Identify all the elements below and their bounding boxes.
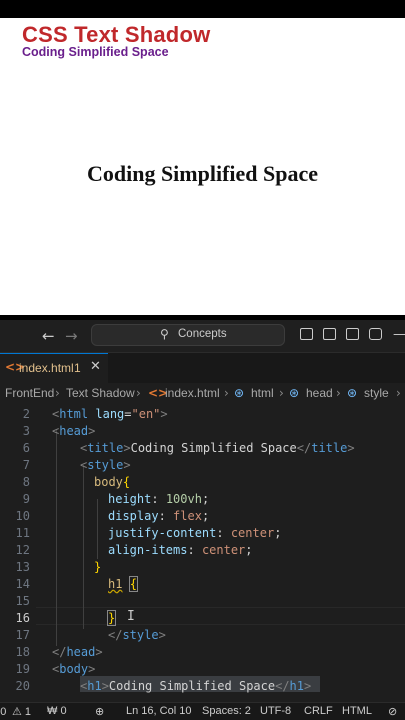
code-line: body{ bbox=[94, 475, 131, 489]
line-number: 11 bbox=[15, 526, 30, 540]
ports-indicator[interactable]: ₩ 0 bbox=[47, 705, 67, 717]
code-line: display: flex; bbox=[108, 509, 210, 523]
tab-bar: <> index.html 1 ✕ bbox=[0, 353, 405, 384]
code-line: <h1>Coding Simplified Space</h1> bbox=[80, 679, 312, 693]
breadcrumb-item[interactable]: style bbox=[364, 386, 389, 400]
code-line: <head> bbox=[52, 424, 96, 438]
toggle-panel-icon[interactable] bbox=[323, 328, 336, 340]
code-line: align-items: center; bbox=[108, 543, 253, 557]
indent-guide bbox=[56, 430, 57, 646]
code-line: <html lang="en"> bbox=[52, 407, 168, 421]
minimize-icon[interactable]: — bbox=[393, 327, 405, 342]
code-line: <body> bbox=[52, 662, 96, 676]
line-number: 10 bbox=[15, 509, 30, 523]
zoom-icon[interactable]: ⊕ bbox=[95, 705, 104, 718]
breadcrumb-item[interactable]: index.html bbox=[165, 386, 220, 400]
line-number: 6 bbox=[22, 441, 30, 455]
breadcrumb-item[interactable]: Text Shadow bbox=[66, 386, 135, 400]
chevron-right-icon: › bbox=[224, 386, 229, 400]
code-line: } bbox=[106, 610, 117, 626]
line-number: 7 bbox=[22, 458, 30, 472]
text-cursor-icon: I bbox=[127, 609, 135, 624]
notifications-icon[interactable]: ⊘ bbox=[388, 705, 397, 718]
toggle-sidebar-icon[interactable] bbox=[300, 328, 313, 340]
top-letterbox bbox=[0, 0, 405, 18]
language-mode[interactable]: HTML bbox=[342, 705, 372, 717]
code-editor[interactable]: 2 3 6 7 8 9 10 11 12 13 14 15 16 17 18 1… bbox=[0, 404, 405, 702]
indentation[interactable]: Spaces: 2 bbox=[202, 705, 251, 717]
element-icon: ⊛ bbox=[347, 386, 358, 400]
breadcrumb-item[interactable]: html bbox=[251, 386, 274, 400]
line-number: 9 bbox=[22, 492, 30, 506]
line-number: 3 bbox=[22, 424, 30, 438]
code-line: <title>Coding Simplified Space</title> bbox=[80, 441, 355, 455]
command-center[interactable]: ⚲ Concepts bbox=[91, 324, 285, 346]
line-number: 8 bbox=[22, 475, 30, 489]
current-line-highlight bbox=[36, 607, 405, 625]
end-of-line[interactable]: CRLF bbox=[304, 705, 333, 717]
customize-layout-icon[interactable] bbox=[369, 328, 382, 340]
indent-guide bbox=[83, 465, 84, 629]
element-icon: ⊛ bbox=[234, 386, 245, 400]
cursor-position[interactable]: Ln 16, Col 10 bbox=[126, 705, 191, 717]
browser-preview: Coding Simplified Space bbox=[0, 18, 405, 315]
command-center-label: Concepts bbox=[178, 328, 227, 340]
chevron-right-icon: › bbox=[136, 386, 141, 400]
line-number: 17 bbox=[15, 628, 30, 642]
chevron-right-icon: › bbox=[396, 386, 401, 400]
code-line: height: 100vh; bbox=[108, 492, 210, 506]
line-number: 14 bbox=[15, 577, 30, 591]
vscode-window: ← → ⚲ Concepts — <> index.html 1 ✕ Front… bbox=[0, 320, 405, 720]
status-bar: ⊗ 0 ⚠ 1 ₩ 0 ⊕ Ln 16, Col 10 Spaces: 2 UT… bbox=[0, 702, 405, 720]
line-number: 15 bbox=[15, 594, 30, 608]
indent-guide bbox=[97, 499, 98, 559]
toggle-secondary-sidebar-icon[interactable] bbox=[346, 328, 359, 340]
tab-index-html[interactable]: <> index.html 1 ✕ bbox=[0, 353, 108, 383]
problems-errors[interactable]: ⊗ 0 bbox=[0, 705, 6, 718]
code-line: <style> bbox=[80, 458, 131, 472]
code-line: } bbox=[94, 560, 102, 574]
line-number: 18 bbox=[15, 645, 30, 659]
code-line: </head> bbox=[52, 645, 103, 659]
arrow-right-icon[interactable]: → bbox=[65, 327, 78, 345]
tab-problem-count: 1 bbox=[74, 361, 81, 375]
breadcrumb: FrontEnd › Text Shadow › <> index.html ›… bbox=[0, 383, 405, 404]
element-icon: ⊛ bbox=[289, 386, 300, 400]
line-number: 19 bbox=[15, 662, 30, 676]
encoding[interactable]: UTF-8 bbox=[260, 705, 291, 717]
close-icon[interactable]: ✕ bbox=[90, 359, 101, 374]
title-bar: ← → ⚲ Concepts — bbox=[0, 320, 405, 353]
code-line: </style> bbox=[108, 628, 166, 642]
arrow-left-icon[interactable]: ← bbox=[42, 327, 55, 345]
breadcrumb-item[interactable]: head bbox=[306, 386, 333, 400]
problems-warnings[interactable]: ⚠ 1 bbox=[12, 705, 31, 718]
breadcrumb-item[interactable]: FrontEnd bbox=[5, 386, 54, 400]
line-number-active: 16 bbox=[15, 611, 30, 625]
line-number: 13 bbox=[15, 560, 30, 574]
line-number: 2 bbox=[22, 407, 30, 421]
code-line: justify-content: center; bbox=[108, 526, 282, 540]
chevron-right-icon: › bbox=[336, 386, 341, 400]
chevron-right-icon: › bbox=[55, 386, 60, 400]
overlay-subtitle: Coding Simplified Space bbox=[22, 45, 169, 59]
code-line: h1 { bbox=[108, 576, 138, 592]
line-number: 20 bbox=[15, 679, 30, 693]
preview-heading: Coding Simplified Space bbox=[86, 161, 319, 186]
chevron-right-icon: › bbox=[279, 386, 284, 400]
tab-filename: index.html bbox=[19, 361, 74, 375]
line-number: 12 bbox=[15, 543, 30, 557]
search-icon: ⚲ bbox=[160, 327, 169, 341]
